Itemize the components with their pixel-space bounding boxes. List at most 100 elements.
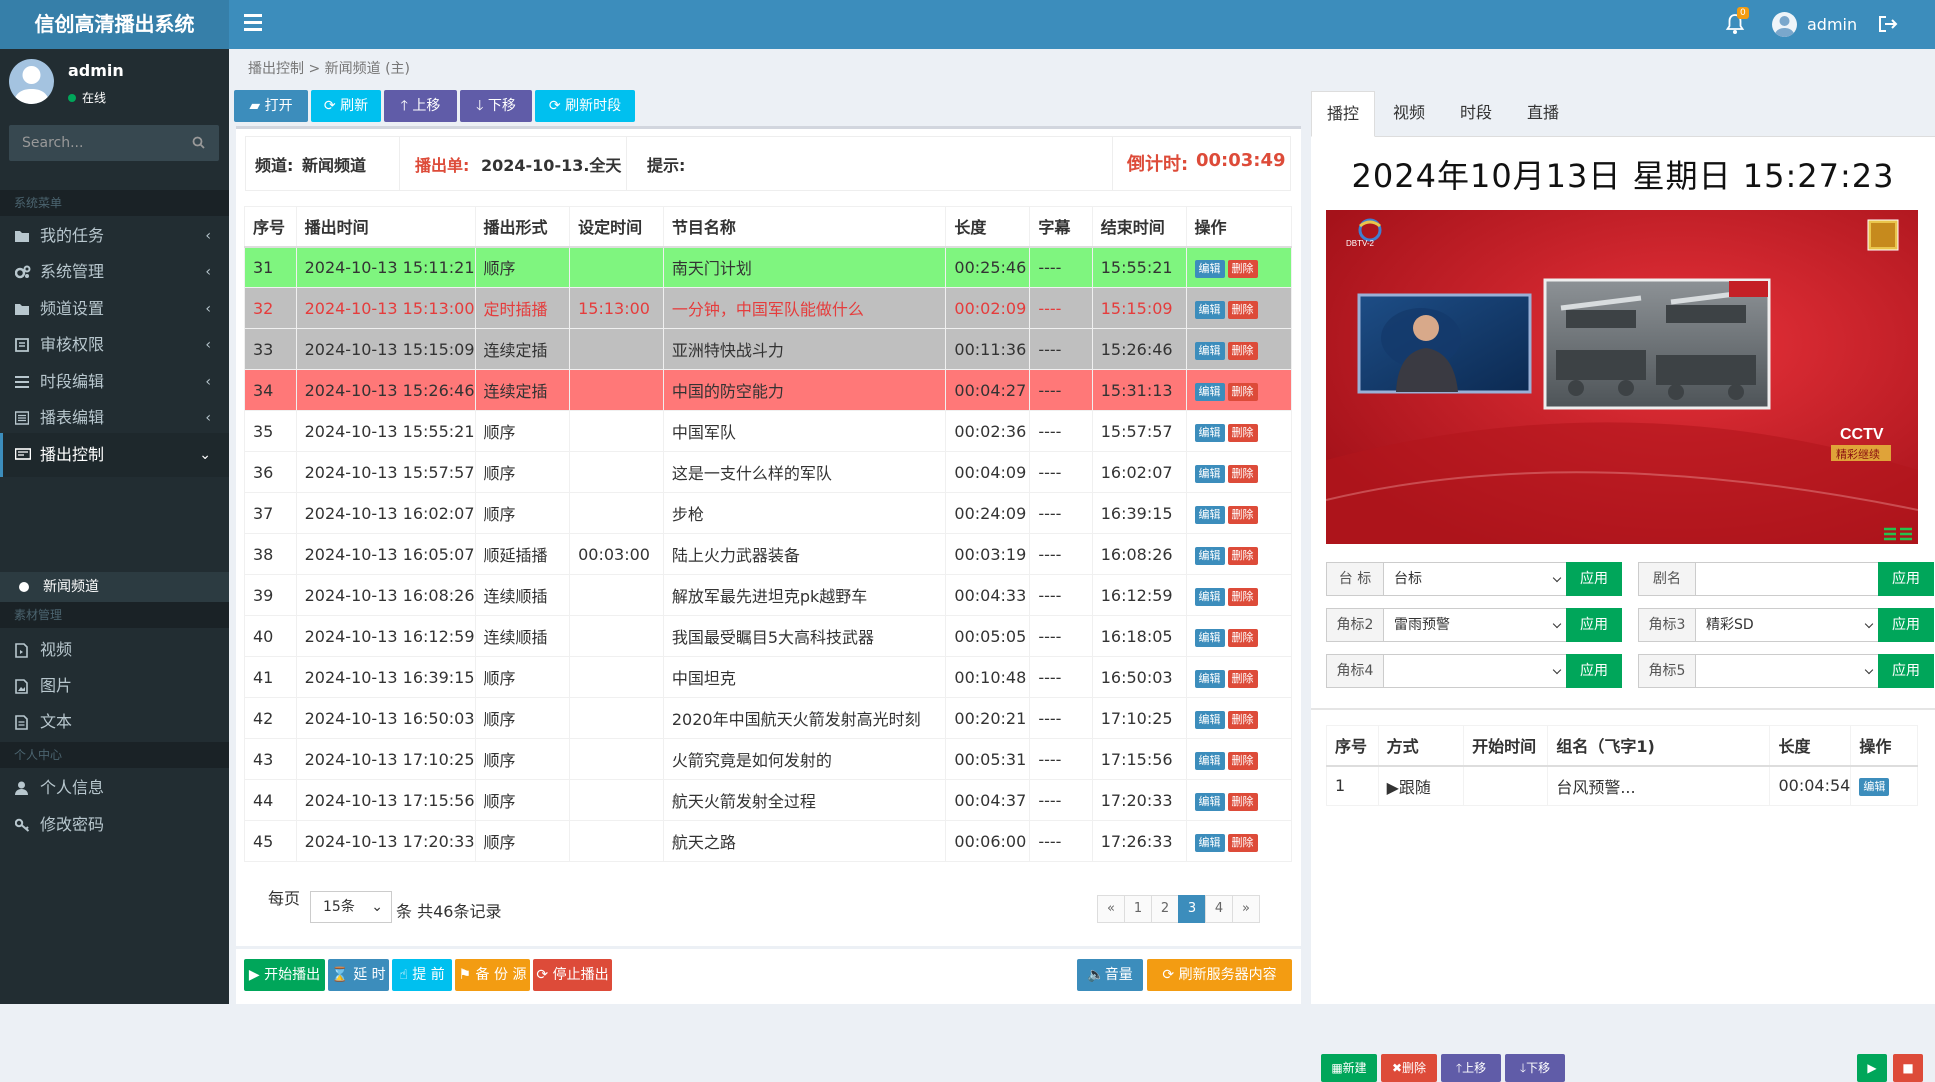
edit-button[interactable]: 编辑 — [1194, 587, 1225, 606]
edit-button[interactable]: 编辑 — [1194, 423, 1225, 442]
table-row[interactable]: 45 2024-10-13 17:20:33 顺序 航天之路 00:06:00 ---- 1… — [244, 820, 1292, 862]
table-row[interactable]: 37 2024-10-13 16:02:07 顺序 步枪 00:24:09 ---- 16:… — [244, 492, 1292, 534]
sign-out-icon[interactable] — [1878, 15, 1898, 33]
delete-button[interactable]: 删除 — [1227, 669, 1258, 688]
delete-button[interactable]: 删除 — [1227, 464, 1258, 483]
page-link[interactable]: « — [1097, 895, 1125, 923]
search-icon[interactable] — [192, 136, 205, 149]
table-row[interactable]: 38 2024-10-13 16:05:07 顺延插播 00:03:00 陆上火力武器装… — [244, 533, 1292, 575]
page-link[interactable]: 2 — [1151, 895, 1179, 923]
refresh-button[interactable]: ⟳ 刷新 — [311, 90, 381, 122]
apply-button[interactable]: 应用 — [1566, 654, 1622, 688]
table-row[interactable]: 32 2024-10-13 15:13:00 定时插播 15:13:00 一分钟，中国军… — [244, 287, 1292, 329]
apply-button[interactable]: 应用 — [1566, 608, 1622, 642]
edit-button[interactable]: 编辑 — [1194, 259, 1225, 278]
sidebar-item-change-password[interactable]: 修改密码 — [0, 803, 229, 847]
sidebar-toggle-icon[interactable] — [244, 14, 262, 34]
refresh-slot-button[interactable]: ⟳ 刷新时段 — [535, 90, 635, 122]
volume-button[interactable]: 🔈音量 — [1077, 959, 1143, 991]
tab-control[interactable]: 播控 — [1311, 91, 1376, 137]
video-preview[interactable]: DBTV-2 CCTV 精彩继续 — [1326, 210, 1918, 544]
delete-button[interactable]: ✖删除 — [1381, 1054, 1437, 1082]
delete-button[interactable]: 删除 — [1227, 833, 1258, 852]
user-avatar[interactable] — [1772, 12, 1797, 37]
page-link[interactable]: » — [1232, 895, 1260, 923]
corner4-select[interactable] — [1383, 654, 1567, 688]
table-row[interactable]: 43 2024-10-13 17:10:25 顺序 火箭究竟是如何发射的 00:05:3… — [244, 738, 1292, 780]
edit-button[interactable]: 编辑 — [1194, 628, 1225, 647]
table-row[interactable]: 39 2024-10-13 16:08:26 连续顺插 解放军最先进坦克pk越野车 00… — [244, 574, 1292, 616]
table-row[interactable]: 36 2024-10-13 15:57:57 顺序 这是一支什么样的军队 00:04:0… — [244, 451, 1292, 493]
play-button[interactable]: ▶ — [1857, 1054, 1887, 1082]
sub-down-button[interactable]: 🡓下移 — [1505, 1054, 1565, 1082]
delay-button[interactable]: ⌛ 延 时 — [328, 959, 389, 991]
sidebar-item-play-control[interactable]: 播出控制 ⌄ — [0, 433, 229, 477]
page-link[interactable]: 4 — [1205, 895, 1233, 923]
edit-button[interactable]: 编辑 — [1194, 382, 1225, 401]
start-play-button[interactable]: ▶ 开始播出 — [244, 959, 325, 991]
table-row[interactable]: 31 2024-10-13 15:11:21 顺序 南天门计划 00:25:46 ----… — [244, 246, 1292, 288]
sidebar-item-text[interactable]: 文本 — [0, 700, 229, 744]
page-link[interactable]: 3 — [1178, 895, 1206, 923]
stop-button[interactable]: ■ — [1893, 1054, 1923, 1082]
edit-button[interactable]: 编辑 — [1194, 710, 1225, 729]
delete-button[interactable]: 删除 — [1227, 792, 1258, 811]
table-row[interactable]: 40 2024-10-13 16:12:59 连续顺插 我国最受瞩目5大高科技武器 00… — [244, 615, 1292, 657]
apply-button[interactable]: 应用 — [1878, 608, 1934, 642]
delete-button[interactable]: 删除 — [1227, 259, 1258, 278]
edit-button[interactable]: 编辑 — [1194, 546, 1225, 565]
apply-button[interactable]: 应用 — [1566, 562, 1622, 596]
edit-button[interactable]: 编辑 — [1194, 751, 1225, 770]
table-row[interactable]: 42 2024-10-13 16:50:03 顺序 2020年中国航天火箭发射高光时刻… — [244, 697, 1292, 739]
refresh-server-button[interactable]: ⟳ 刷新服务器内容 — [1147, 959, 1292, 991]
delete-button[interactable]: 删除 — [1227, 587, 1258, 606]
move-up-button[interactable]: 🡑 上移 — [384, 90, 457, 122]
stop-play-button[interactable]: ⟳ 停止播出 — [533, 959, 612, 991]
delete-button[interactable]: 删除 — [1227, 628, 1258, 647]
advance-button[interactable]: ☝ 提 前 — [392, 959, 452, 991]
app-logo[interactable]: 信创高清播出系统 — [0, 0, 229, 49]
table-row[interactable]: 35 2024-10-13 15:55:21 顺序 中国军队 00:02:36 ---- 1… — [244, 410, 1292, 452]
logo-select[interactable]: 台标 — [1383, 562, 1567, 596]
per-page-select[interactable]: 15条 ⌄ — [310, 891, 392, 923]
sidebar-search-input[interactable]: Search... — [9, 125, 219, 161]
delete-button[interactable]: 删除 — [1227, 546, 1258, 565]
tab-slot[interactable]: 时段 — [1445, 91, 1507, 137]
title-input[interactable] — [1695, 562, 1879, 596]
edit-button[interactable]: 编辑 — [1194, 341, 1225, 360]
corner2-select[interactable]: 雷雨预警 — [1383, 608, 1567, 642]
edit-button[interactable]: 编辑 — [1194, 464, 1225, 483]
page-link[interactable]: 1 — [1124, 895, 1152, 923]
apply-button[interactable]: 应用 — [1878, 654, 1934, 688]
corner5-select[interactable] — [1695, 654, 1879, 688]
edit-button[interactable]: 编辑 — [1194, 833, 1225, 852]
open-button[interactable]: ▰ 打开 — [234, 90, 308, 122]
edit-button[interactable]: 编辑 — [1194, 300, 1225, 319]
header-username[interactable]: admin — [1807, 0, 1857, 49]
corner3-select[interactable]: 精彩SD — [1695, 608, 1879, 642]
edit-button[interactable]: 编辑 — [1194, 669, 1225, 688]
tab-video[interactable]: 视频 — [1378, 91, 1440, 137]
edit-button[interactable]: 编辑 — [1859, 778, 1890, 797]
delete-button[interactable]: 删除 — [1227, 751, 1258, 770]
delete-button[interactable]: 删除 — [1227, 505, 1258, 524]
backup-source-button[interactable]: ⚑ 备 份 源 — [455, 959, 530, 991]
sub-up-button[interactable]: 🡑上移 — [1441, 1054, 1501, 1082]
apply-button[interactable]: 应用 — [1878, 562, 1934, 596]
delete-button[interactable]: 删除 — [1227, 710, 1258, 729]
table-row[interactable]: 1 ▶跟随 台风预警... 00:04:54 编辑 — [1326, 765, 1918, 806]
delete-button[interactable]: 删除 — [1227, 300, 1258, 319]
delete-button[interactable]: 删除 — [1227, 341, 1258, 360]
table-row[interactable]: 34 2024-10-13 15:26:46 连续定插 中国的防空能力 00:04:27… — [244, 369, 1292, 411]
move-down-button[interactable]: 🡓 下移 — [460, 90, 532, 122]
new-button[interactable]: ▦新建 — [1321, 1054, 1377, 1082]
sidebar-item-news-channel[interactable]: 新闻频道 — [0, 572, 229, 602]
breadcrumb-root[interactable]: 播出控制 — [248, 61, 304, 77]
edit-button[interactable]: 编辑 — [1194, 792, 1225, 811]
table-row[interactable]: 44 2024-10-13 17:15:56 顺序 航天火箭发射全过程 00:04:37… — [244, 779, 1292, 821]
tab-live[interactable]: 直播 — [1512, 91, 1574, 137]
table-row[interactable]: 41 2024-10-13 16:39:15 顺序 中国坦克 00:10:48 ---- 1… — [244, 656, 1292, 698]
delete-button[interactable]: 删除 — [1227, 382, 1258, 401]
delete-button[interactable]: 删除 — [1227, 423, 1258, 442]
table-row[interactable]: 33 2024-10-13 15:15:09 连续定插 亚洲特快战斗力 00:11:36… — [244, 328, 1292, 370]
